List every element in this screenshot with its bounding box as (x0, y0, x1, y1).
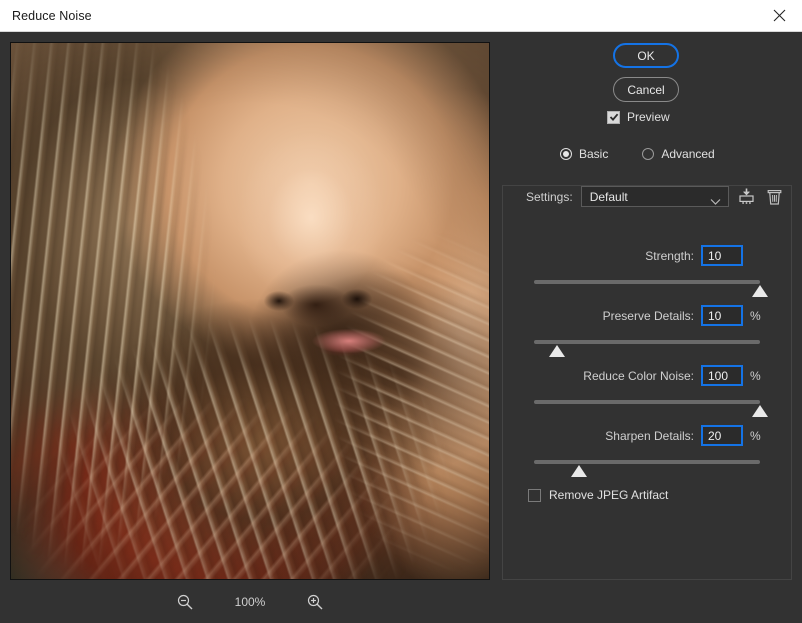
preview-image-pane[interactable] (10, 42, 490, 580)
preview-checkbox[interactable]: Preview (607, 110, 670, 124)
preserve-details-unit: % (750, 308, 761, 323)
ok-button[interactable]: OK (613, 43, 679, 68)
preserve-details-label: Preserve Details: (602, 308, 694, 323)
remove-jpeg-artifact-box (528, 488, 541, 502)
strength-input[interactable]: 10 (701, 245, 743, 266)
window-title: Reduce Noise (12, 8, 92, 23)
delete-preset-button[interactable] (765, 187, 785, 207)
slider-control-sharpen-details: Sharpen Details: 20 % (500, 425, 792, 477)
strength-slider[interactable] (534, 278, 768, 297)
preserve-details-slider-thumb[interactable] (548, 345, 565, 357)
radio-advanced-indicator (642, 148, 655, 160)
reduce-color-noise-slider[interactable] (534, 398, 768, 417)
radio-advanced-label: Advanced (661, 147, 715, 161)
reduce-color-noise-slider-thumb[interactable] (752, 405, 768, 417)
save-preset-button[interactable] (737, 187, 757, 207)
slider-control-reduce-color-noise: Reduce Color Noise: 100 % (500, 365, 792, 417)
strength-label: Strength: (645, 248, 694, 263)
zoom-toolbar: 100% (10, 585, 490, 619)
sharpen-details-input[interactable]: 20 (701, 425, 743, 446)
zoom-in-button[interactable] (304, 591, 326, 613)
radio-basic-indicator (560, 148, 572, 160)
strength-slider-thumb[interactable] (752, 285, 768, 297)
chevron-down-icon (710, 193, 721, 211)
sharpen-details-header: Sharpen Details: 20 % (500, 425, 792, 446)
strength-slider-track (534, 280, 760, 284)
preserve-details-slider[interactable] (534, 338, 760, 357)
preserve-details-slider-track (534, 340, 760, 344)
sharpen-details-slider[interactable] (534, 458, 760, 477)
cancel-button[interactable]: Cancel (613, 77, 679, 102)
reduce-color-noise-slider-track (534, 400, 760, 404)
radio-basic-label: Basic (579, 147, 609, 161)
sharpen-details-unit: % (750, 428, 761, 443)
radio-basic[interactable]: Basic (560, 147, 608, 161)
controls-panel: OK Cancel Preview Basic Advanced Setting… (500, 36, 802, 596)
sharpen-details-label: Sharpen Details: (605, 428, 694, 443)
sharpen-details-slider-thumb[interactable] (571, 465, 588, 477)
reduce-color-noise-input[interactable]: 100 (701, 365, 743, 386)
mode-radio-group: Basic Advanced (560, 147, 715, 161)
preserve-details-input[interactable]: 10 (701, 305, 743, 326)
radio-advanced[interactable]: Advanced (642, 147, 715, 161)
zoom-out-icon (177, 594, 193, 610)
slider-control-preserve-details: Preserve Details: 10 % (500, 305, 792, 357)
preview-image[interactable] (11, 43, 489, 579)
checkmark-icon (609, 113, 618, 121)
zoom-out-button[interactable] (174, 591, 196, 613)
settings-label: Settings: (526, 189, 573, 204)
remove-jpeg-artifact-checkbox[interactable]: Remove JPEG Artifact (528, 488, 668, 502)
remove-jpeg-artifact-label: Remove JPEG Artifact (549, 488, 669, 502)
save-preset-icon (739, 188, 754, 204)
preserve-details-header: Preserve Details: 10 % (500, 305, 792, 326)
close-icon (773, 9, 785, 22)
reduce-noise-dialog: Reduce Noise 100% OK Cancel Preview Basi… (0, 0, 802, 623)
reduce-color-noise-header: Reduce Color Noise: 100 % (500, 365, 792, 386)
settings-row: Settings: Default (526, 186, 785, 207)
reduce-color-noise-label: Reduce Color Noise: (583, 368, 694, 383)
zoom-in-icon (307, 594, 323, 610)
zoom-level-label: 100% (234, 595, 266, 609)
settings-select-value: Default (589, 189, 628, 204)
slider-control-strength: Strength: 10 (500, 245, 792, 297)
sharpen-details-slider-track (534, 460, 760, 464)
checkbox-box (607, 110, 620, 124)
strength-header: Strength: 10 (500, 245, 792, 266)
close-button[interactable] (756, 0, 802, 31)
preview-checkbox-label: Preview (627, 110, 670, 124)
reduce-color-noise-unit: % (750, 368, 761, 383)
settings-select[interactable]: Default (580, 186, 729, 207)
trash-icon (767, 189, 782, 205)
title-bar: Reduce Noise (0, 0, 802, 32)
image-vignette-layer (11, 43, 489, 579)
